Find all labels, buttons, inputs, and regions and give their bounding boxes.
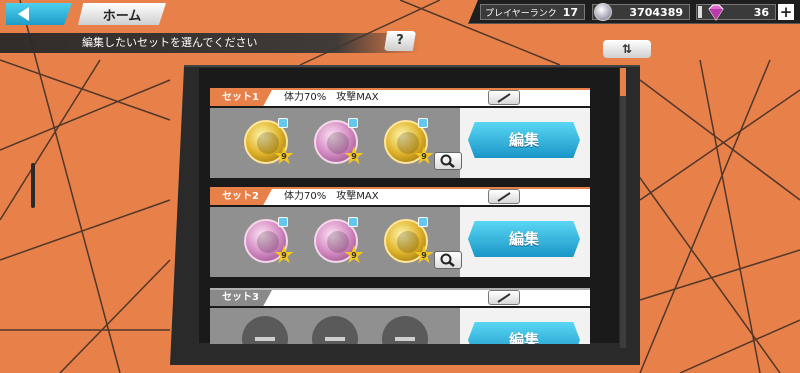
pencil-icon [497,292,511,303]
plus-icon: + [779,3,793,21]
medal-portrait [397,231,419,253]
help-button[interactable]: ? [384,31,416,51]
pencil-icon [497,191,511,202]
sort-button[interactable]: ⇅ [603,40,651,58]
medal-portrait [257,132,279,154]
back-button[interactable] [6,3,72,25]
magnifier-icon [440,154,455,168]
medal-portrait [327,132,349,154]
set-header: セット1 体力70% 攻撃MAX [210,88,590,106]
medal-type-icon [418,217,428,227]
scrollbar-thumb[interactable] [620,68,626,96]
medal-type-icon [278,217,288,227]
pencil-icon [497,92,511,103]
set-header: セット3 [210,288,590,306]
rename-button[interactable] [488,290,520,305]
set-card-2: セット2 体力70% 攻撃MAX 9 9 9 編集 [210,187,590,279]
player-rank: プレイヤーランク 17 [480,4,585,20]
set-tag: セット3 [210,290,272,306]
empty-medal-slot-2[interactable] [312,316,358,344]
left-decor-bar [31,163,35,208]
medal-portrait [397,132,419,154]
home-button-label: ホーム [102,8,142,24]
empty-medal-slot-3[interactable] [382,316,428,344]
coin-value: 3704389 [629,5,683,19]
back-arrow-icon [18,7,29,21]
instruction-banner: 編集したいセットを選んでください [0,33,420,53]
rename-button[interactable] [488,90,520,105]
medal-portrait [327,231,349,253]
player-rank-value: 17 [562,5,578,19]
gem-gauge-icon [698,6,702,18]
set-body: 編集 [210,308,590,344]
set-card-1: セット1 体力70% 攻撃MAX 9 9 9 編集 [210,88,590,180]
scrollbar[interactable] [620,68,626,348]
set-description: 体力70% 攻撃MAX [284,191,379,202]
set-header: セット2 体力70% 攻撃MAX [210,187,590,205]
medal-portrait [257,231,279,253]
zoom-button[interactable] [434,152,462,170]
empty-medal-slot-1[interactable] [242,316,288,344]
set-body: 9 9 9 編集 [210,108,590,178]
set-card-3: セット3 編集 [210,288,590,344]
home-button[interactable]: ホーム [78,3,166,25]
zoom-button[interactable] [434,251,462,269]
gem-value: 36 [753,5,769,19]
set-tag: セット2 [210,189,272,205]
edit-set-button[interactable]: 編集 [468,122,580,158]
add-gems-button[interactable]: + [778,4,794,20]
set-tag: セット1 [210,90,272,106]
medal-type-icon [348,118,358,128]
medal-type-icon [418,118,428,128]
coin-icon [594,3,612,21]
edit-set-button[interactable]: 編集 [468,221,580,257]
instruction-text: 編集したいセットを選んでください [82,36,258,49]
medal-type-icon [278,118,288,128]
set-description: 体力70% 攻撃MAX [284,92,379,103]
player-rank-label: プレイヤーランク [485,8,557,19]
rename-button[interactable] [488,189,520,204]
edit-set-button[interactable]: 編集 [468,322,580,344]
set-body: 9 9 9 編集 [210,207,590,277]
medal-type-icon [348,217,358,227]
magnifier-icon [440,253,455,267]
gem-icon [708,4,724,21]
sort-icon: ⇅ [621,42,633,56]
help-icon: ? [396,33,404,48]
